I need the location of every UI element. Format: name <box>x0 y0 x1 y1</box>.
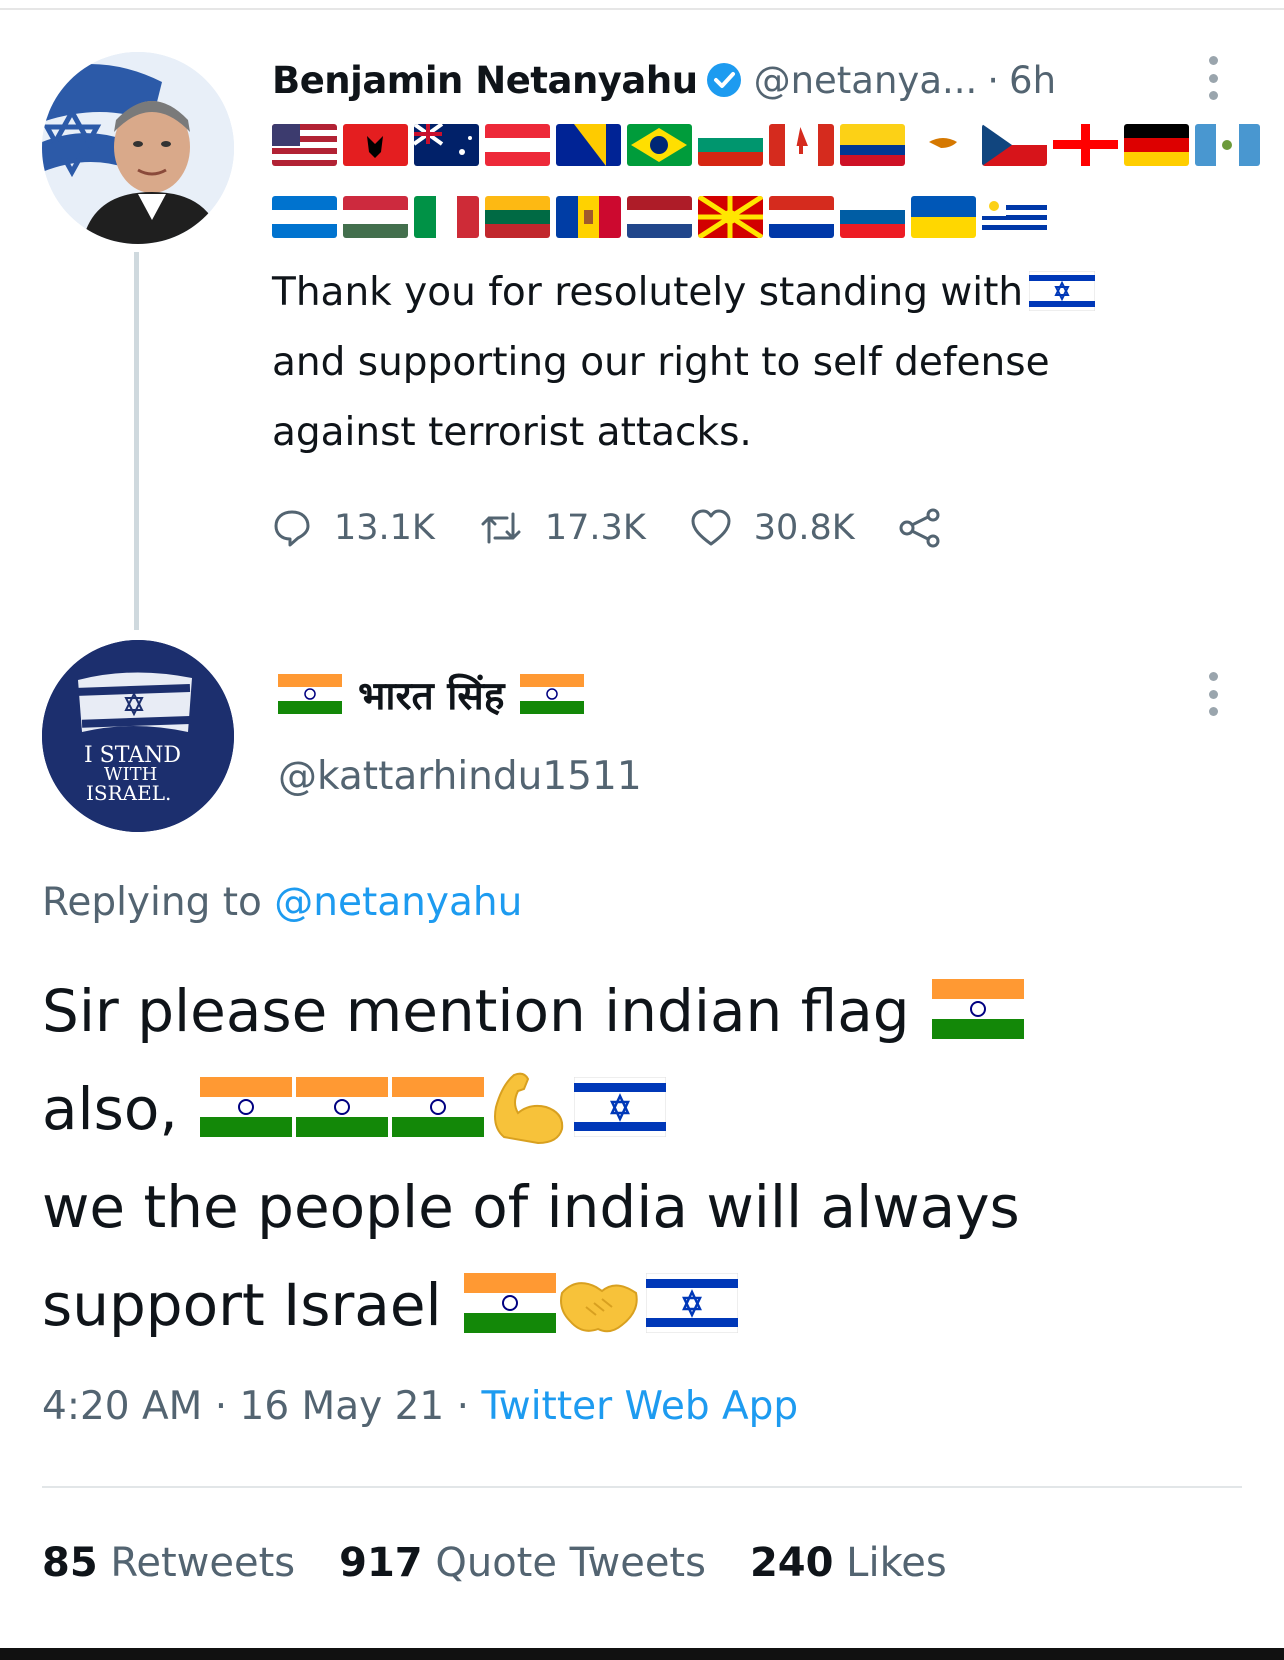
reply-author-handle[interactable]: @kattarhindu1511 <box>278 754 642 799</box>
flag-albania-icon <box>343 124 408 166</box>
separator-dot: · <box>214 1384 228 1429</box>
flag-ukraine-icon <box>911 196 976 238</box>
flag-lithuania-icon <box>485 196 550 238</box>
thread-connector-line <box>134 252 139 630</box>
reply-tweet-header: भारत सिंह <box>278 664 585 724</box>
replying-to-line: Replying to @netanyahu <box>42 880 522 925</box>
flag-india-icon <box>464 1272 557 1333</box>
flag-slovenia-icon <box>840 196 905 238</box>
reply-text-line: we the people of india will always <box>42 1173 1020 1241</box>
heart-icon <box>691 509 731 546</box>
flag-india-icon <box>520 674 585 714</box>
reply-text-line: also, <box>42 1075 178 1143</box>
replying-to-label: Replying to <box>42 880 262 925</box>
flag-moldova-icon <box>556 196 621 238</box>
quote-tweets-count: 917 <box>339 1540 423 1586</box>
reply-text-line: Sir please mention indian flag <box>42 977 910 1045</box>
reply-button[interactable]: 13.1K <box>272 508 435 548</box>
retweets-count: 85 <box>42 1540 98 1586</box>
flag-honduras-icon <box>272 196 337 238</box>
verified-badge-icon <box>706 63 741 97</box>
flags-row-1 <box>272 124 1260 166</box>
flag-czechia-icon <box>982 124 1047 166</box>
reply-tweet-metadata: 4:20 AM · 16 May 21 · Twitter Web App <box>42 1384 798 1429</box>
avatar-netanyahu[interactable] <box>42 52 234 244</box>
like-button[interactable]: 30.8K <box>690 508 855 548</box>
reply-tweet-text: Sir please mention indian flag also, we … <box>42 962 1242 1354</box>
flag-north-macedonia-icon <box>698 196 763 238</box>
flag-hungary-icon <box>343 196 408 238</box>
avatar-text: ISRAEL. <box>86 781 171 805</box>
flag-israel-icon <box>574 1076 667 1137</box>
share-icon <box>899 508 940 548</box>
separator-dot: · <box>987 58 1000 102</box>
flag-india-icon <box>932 978 1025 1039</box>
share-button[interactable] <box>899 508 965 548</box>
flag-canada-icon <box>769 124 834 166</box>
more-options-icon[interactable] <box>1207 56 1219 100</box>
flexed-biceps-icon <box>494 1072 564 1144</box>
bottom-edge-bar <box>0 1648 1284 1660</box>
stats-divider <box>42 1486 1242 1488</box>
quote-tweets-label: Quote Tweets <box>435 1540 706 1586</box>
likes-count: 240 <box>749 1540 834 1586</box>
likes-stat[interactable]: 240 Likes <box>750 1540 947 1586</box>
author-handle[interactable]: @netanya... <box>754 59 978 102</box>
flag-netherlands-icon <box>627 196 692 238</box>
tweet-source-link[interactable]: Twitter Web App <box>481 1384 798 1429</box>
retweet-icon <box>481 512 521 544</box>
reply-icon <box>274 510 310 547</box>
parent-tweet-header: Benjamin Netanyahu @netanya... · 6h <box>272 52 1056 108</box>
flag-india-icon <box>392 1076 485 1137</box>
flag-germany-icon <box>1124 124 1189 166</box>
retweet-button[interactable]: 17.3K <box>479 508 646 548</box>
more-options-icon[interactable] <box>1207 672 1219 716</box>
flag-guatemala-icon <box>1195 124 1260 166</box>
flag-india-icon <box>278 674 342 714</box>
flag-australia-icon <box>414 124 479 166</box>
retweet-count: 17.3K <box>544 508 646 548</box>
flag-bosnia-icon <box>556 124 621 166</box>
reply-author-display-name[interactable]: भारत सिंह <box>358 668 504 721</box>
flag-israel-icon <box>1029 270 1096 311</box>
flags-row-2 <box>272 196 1047 238</box>
tweet-timestamp[interactable]: 6h <box>1009 59 1056 102</box>
flag-israel-icon <box>646 1272 739 1333</box>
tweet-text-line: and supporting our right to self defense <box>272 340 1050 385</box>
flag-colombia-icon <box>840 124 905 166</box>
flag-uruguay-icon <box>982 196 1047 238</box>
flag-india-icon <box>200 1076 293 1137</box>
flag-india-icon <box>296 1076 389 1137</box>
reply-count: 13.1K <box>334 508 435 548</box>
replying-to-mention-link[interactable]: @netanyahu <box>274 880 522 925</box>
tweet-actions-bar: 13.1K 17.3K 30.8K <box>272 498 1009 558</box>
reply-text-line: support Israel <box>42 1271 442 1339</box>
flag-italy-icon <box>414 196 479 238</box>
reply-date[interactable]: 16 May 21 <box>240 1384 445 1429</box>
parent-tweet-text: Thank you for resolutely standing with a… <box>272 258 1212 468</box>
engagement-stats: 85 Retweets 917 Quote Tweets 240 Likes <box>42 1540 947 1586</box>
flag-bulgaria-icon <box>698 124 763 166</box>
retweets-label: Retweets <box>110 1540 296 1586</box>
flag-georgia-icon <box>1053 124 1118 166</box>
tweet-text-line: Thank you for resolutely standing with <box>272 270 1024 315</box>
quote-tweets-stat[interactable]: 917 Quote Tweets <box>339 1540 706 1586</box>
flag-brazil-icon <box>627 124 692 166</box>
author-display-name[interactable]: Benjamin Netanyahu <box>272 59 698 102</box>
like-count: 30.8K <box>753 508 855 548</box>
flag-austria-icon <box>485 124 550 166</box>
retweets-stat[interactable]: 85 Retweets <box>42 1540 295 1586</box>
flag-cyprus-icon <box>911 124 976 166</box>
likes-label: Likes <box>846 1540 947 1586</box>
avatar-stand-with-israel[interactable]: I STAND WITH ISRAEL. <box>42 640 234 832</box>
handshake-icon <box>560 1282 638 1333</box>
reply-time[interactable]: 4:20 AM <box>42 1384 202 1429</box>
flag-paraguay-icon <box>769 196 834 238</box>
tweet-text-line: against terrorist attacks. <box>272 410 752 455</box>
top-divider <box>0 8 1284 10</box>
flag-usa-icon <box>272 124 337 166</box>
separator-dot: · <box>456 1384 470 1429</box>
